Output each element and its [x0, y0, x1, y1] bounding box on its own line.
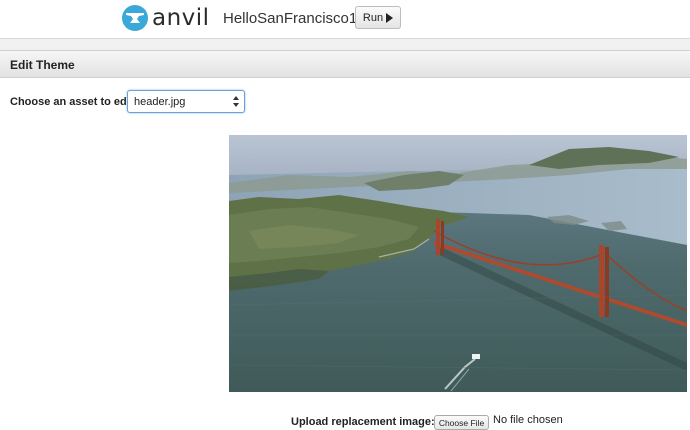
choose-file-button[interactable]: Choose File: [434, 415, 489, 430]
section-header: Edit Theme: [0, 50, 690, 78]
top-bar: anvil HelloSanFrancisco1 Run: [0, 0, 690, 39]
anvil-logo-icon: [122, 5, 148, 31]
section-title: Edit Theme: [10, 58, 75, 72]
run-button-label: Run: [362, 11, 384, 24]
file-status-text: No file chosen: [493, 414, 563, 426]
asset-select[interactable]: header.jpg: [127, 90, 245, 113]
toolbar-spacer: [0, 39, 690, 50]
upload-label: Upload replacement image:: [291, 416, 435, 428]
play-icon: [386, 12, 394, 23]
logo-text: anvil: [152, 5, 210, 31]
asset-select-value: header.jpg: [134, 96, 186, 108]
run-button[interactable]: Run: [355, 6, 401, 29]
header-image-preview: [229, 135, 687, 392]
anvil-logo[interactable]: anvil: [122, 5, 210, 31]
select-arrows-icon: [233, 94, 240, 109]
asset-select-label: Choose an asset to edit:: [10, 96, 138, 108]
app-name: HelloSanFrancisco1: [223, 10, 358, 27]
golden-gate-bridge-image: [229, 135, 687, 392]
